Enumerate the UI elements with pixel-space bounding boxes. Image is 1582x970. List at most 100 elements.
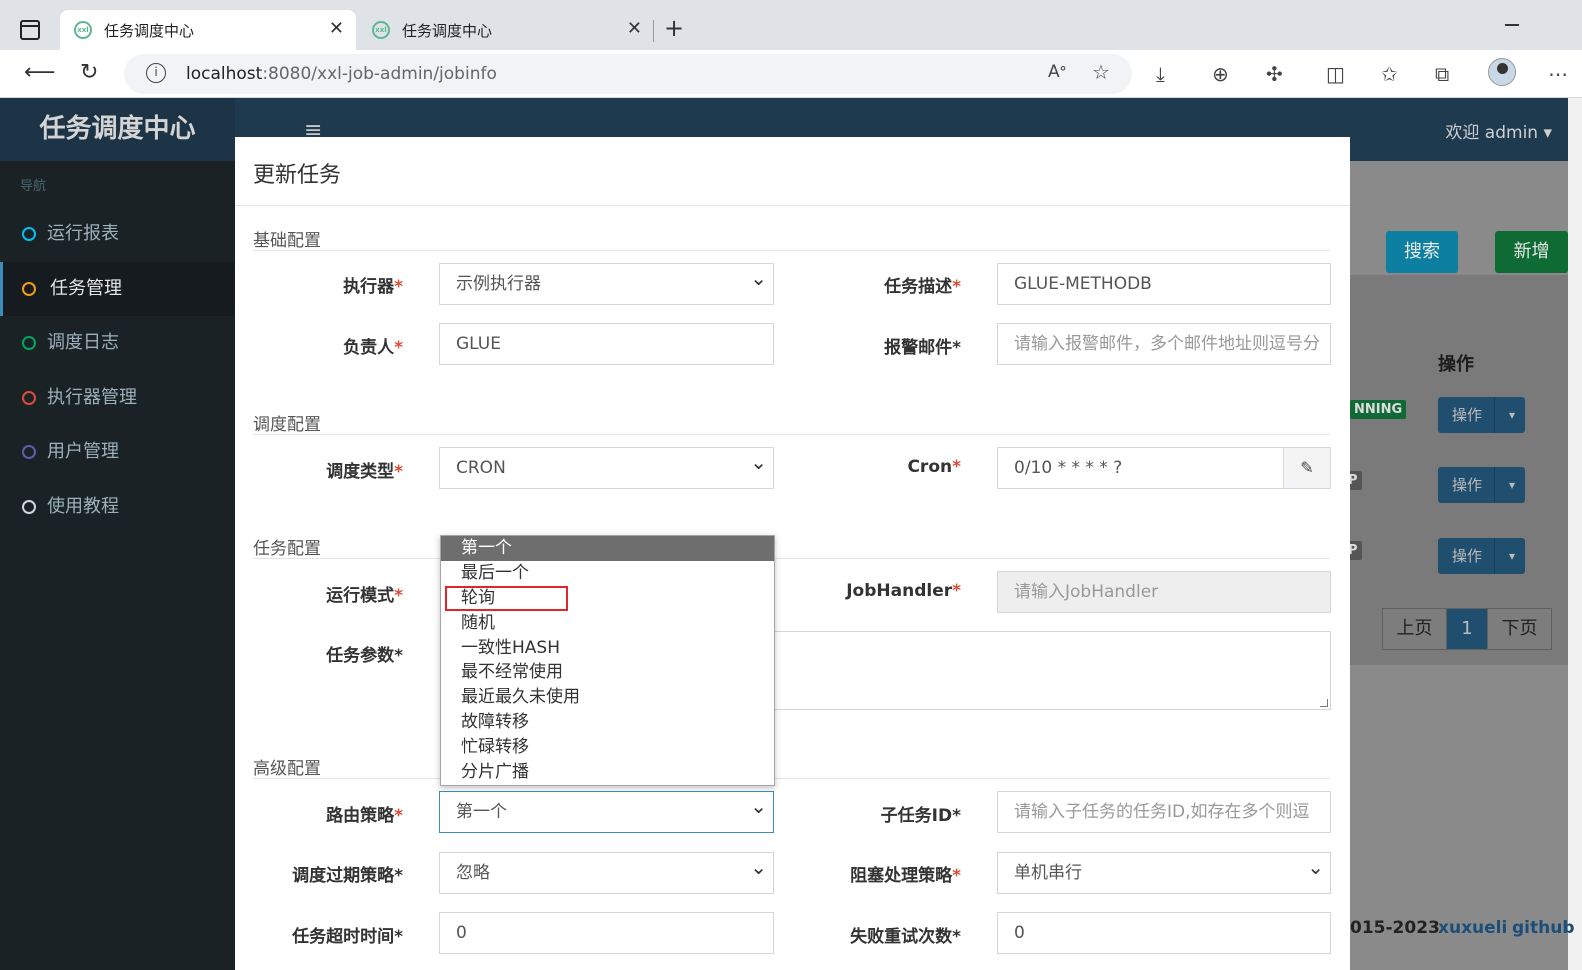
close-tab-icon[interactable]: ✕	[329, 18, 344, 39]
more-menu-icon[interactable]: ⋯	[1548, 62, 1568, 86]
browser-tab[interactable]: xxl 任务调度中心 ✕	[358, 10, 654, 50]
timeout-input[interactable]: 0	[439, 912, 774, 954]
circle-icon	[22, 499, 36, 514]
favorite-add-icon[interactable]: ☆	[1092, 60, 1110, 84]
next-page-button[interactable]: 下页	[1487, 608, 1552, 650]
route-option[interactable]: 一致性HASH	[441, 636, 774, 661]
minimize-window-icon[interactable]	[1505, 24, 1519, 26]
cron-input[interactable]: 0/10 * * * * ?	[997, 447, 1284, 489]
search-button[interactable]: 搜索	[1386, 231, 1458, 273]
timeout-label: 任务超时时间*	[292, 927, 403, 947]
misfire-select[interactable]: 忽略	[439, 852, 774, 894]
job-desc-input[interactable]: GLUE-METHODB	[997, 263, 1331, 305]
alarm-email-label: 报警邮件*	[884, 338, 961, 358]
fail-retry-input[interactable]: 0	[997, 912, 1331, 954]
browser-tab-active[interactable]: xxl 任务调度中心 ✕	[60, 10, 356, 50]
job-desc-label: 任务描述*	[884, 277, 961, 297]
route-option[interactable]: 最不经常使用	[441, 660, 774, 685]
route-option[interactable]: 最近最久未使用	[441, 685, 774, 710]
circle-icon	[22, 445, 36, 459]
nav-header: 导航	[20, 179, 47, 194]
sidebar-item-users[interactable]: 用户管理	[0, 425, 235, 480]
cron-label: Cron*	[907, 457, 961, 477]
sidebar-item-executors[interactable]: 执行器管理	[0, 371, 235, 426]
route-option[interactable]: 故障转移	[441, 710, 774, 735]
child-job-label: 子任务ID*	[880, 806, 961, 826]
route-option[interactable]: 忙碌转移	[441, 735, 774, 760]
section-title-job: 任务配置	[253, 539, 321, 559]
author-input[interactable]: GLUE	[439, 323, 774, 365]
sidebar-item-jobs[interactable]: 任务管理	[0, 261, 235, 316]
split-screen-icon[interactable]: ◫	[1326, 62, 1345, 86]
executor-label: 执行器*	[343, 277, 403, 297]
page-scrollbar[interactable]	[1568, 98, 1582, 970]
extension-badge-icon[interactable]: ⊕	[1212, 62, 1229, 86]
route-option[interactable]: 第一个	[441, 536, 774, 561]
circle-icon	[22, 281, 36, 296]
section-title-base: 基础配置	[253, 231, 321, 251]
status-badge: NNING	[1350, 400, 1407, 419]
route-strategy-dropdown: 第一个 最后一个 轮询 随机 一致性HASH 最不经常使用 最近最久未使用 故障…	[440, 535, 775, 786]
read-aloud-icon[interactable]: Aᐤ	[1048, 62, 1066, 82]
block-strategy-label: 阻塞处理策略*	[850, 866, 961, 886]
address-bar[interactable]: i localhost:8080/xxl-job-admin/jobinfo A…	[124, 54, 1132, 94]
tab-separator	[653, 20, 654, 42]
cron-edit-button[interactable]: ✎	[1283, 447, 1331, 489]
back-arrow-icon[interactable]: ⟵	[24, 60, 56, 85]
close-tab-icon[interactable]: ✕	[627, 18, 642, 39]
modal-title: 更新任务	[253, 163, 342, 188]
new-tab-button[interactable]: +	[664, 14, 684, 42]
divider	[253, 434, 1330, 435]
block-strategy-select[interactable]: 单机串行	[997, 852, 1331, 894]
url-text[interactable]: localhost:8080/xxl-job-admin/jobinfo	[186, 64, 497, 84]
section-title-schedule: 调度配置	[253, 415, 321, 435]
collections-icon[interactable]: ⧉	[1435, 62, 1449, 86]
route-strategy-select[interactable]: 第一个	[439, 791, 774, 833]
refresh-icon[interactable]: ↻	[80, 60, 98, 85]
extensions-icon[interactable]: ✣	[1266, 62, 1283, 86]
author-link[interactable]: xuxueli	[1438, 918, 1507, 938]
user-menu[interactable]: 欢迎 admin ▾	[1445, 118, 1552, 143]
tab-actions-icon[interactable]	[20, 20, 40, 40]
misfire-label: 调度过期策略*	[292, 866, 403, 886]
app-logo[interactable]: 任务调度中心	[0, 98, 235, 161]
job-param-textarea[interactable]	[774, 631, 1331, 710]
sidebar-item-logs[interactable]: 调度日志	[0, 316, 235, 371]
site-info-icon[interactable]: i	[146, 63, 166, 83]
schedule-type-label: 调度类型*	[326, 462, 403, 482]
downloads-icon[interactable]: ⤓	[1156, 62, 1165, 86]
sidebar-item-report[interactable]: 运行报表	[0, 207, 235, 262]
browser-tab-bar: xxl 任务调度中心 ✕ xxl 任务调度中心 ✕ +	[0, 0, 1582, 50]
author-label: 负责人*	[343, 338, 403, 358]
edit-icon: ✎	[1300, 458, 1314, 477]
row-op-button[interactable]: 操作	[1438, 467, 1525, 503]
tab-title: 任务调度中心	[402, 22, 493, 40]
child-job-input[interactable]: 请输入子任务的任务ID,如存在多个则逗	[997, 791, 1331, 833]
resize-grip-icon[interactable]	[1320, 699, 1328, 707]
github-link[interactable]: github	[1512, 918, 1575, 938]
profile-avatar[interactable]	[1488, 58, 1516, 86]
add-job-button[interactable]: 新增	[1495, 231, 1568, 273]
page-1-button[interactable]: 1	[1446, 608, 1488, 650]
route-option[interactable]: 随机	[441, 611, 774, 636]
section-title-advanced: 高级配置	[253, 759, 321, 779]
divider	[253, 778, 1330, 779]
prev-page-button[interactable]: 上页	[1382, 608, 1447, 650]
executor-select[interactable]: 示例执行器	[439, 263, 774, 305]
divider	[253, 558, 1330, 559]
annotation-highlight-box	[445, 586, 568, 611]
copyright-text: 015-2023	[1350, 918, 1440, 938]
job-handler-input[interactable]: 请输入JobHandler	[997, 571, 1331, 613]
browser-toolbar: ⟵ ↻ i localhost:8080/xxl-job-admin/jobin…	[0, 50, 1582, 98]
route-option[interactable]: 分片广播	[441, 760, 774, 785]
xxl-favicon-icon: xxl	[372, 21, 390, 39]
row-op-button[interactable]: 操作	[1438, 397, 1525, 433]
schedule-type-select[interactable]: CRON	[439, 447, 774, 489]
sidebar: 导航 运行报表 任务管理 调度日志 执行器管理 用户管理 使用教程	[0, 161, 235, 970]
row-op-button[interactable]: 操作	[1438, 538, 1525, 574]
column-header-op: 操作	[1438, 354, 1474, 375]
favorites-icon[interactable]: ✩	[1381, 62, 1398, 86]
route-option[interactable]: 最后一个	[441, 561, 774, 586]
sidebar-item-tutorial[interactable]: 使用教程	[0, 480, 235, 535]
alarm-email-input[interactable]: 请输入报警邮件，多个邮件地址则逗号分	[997, 323, 1331, 365]
